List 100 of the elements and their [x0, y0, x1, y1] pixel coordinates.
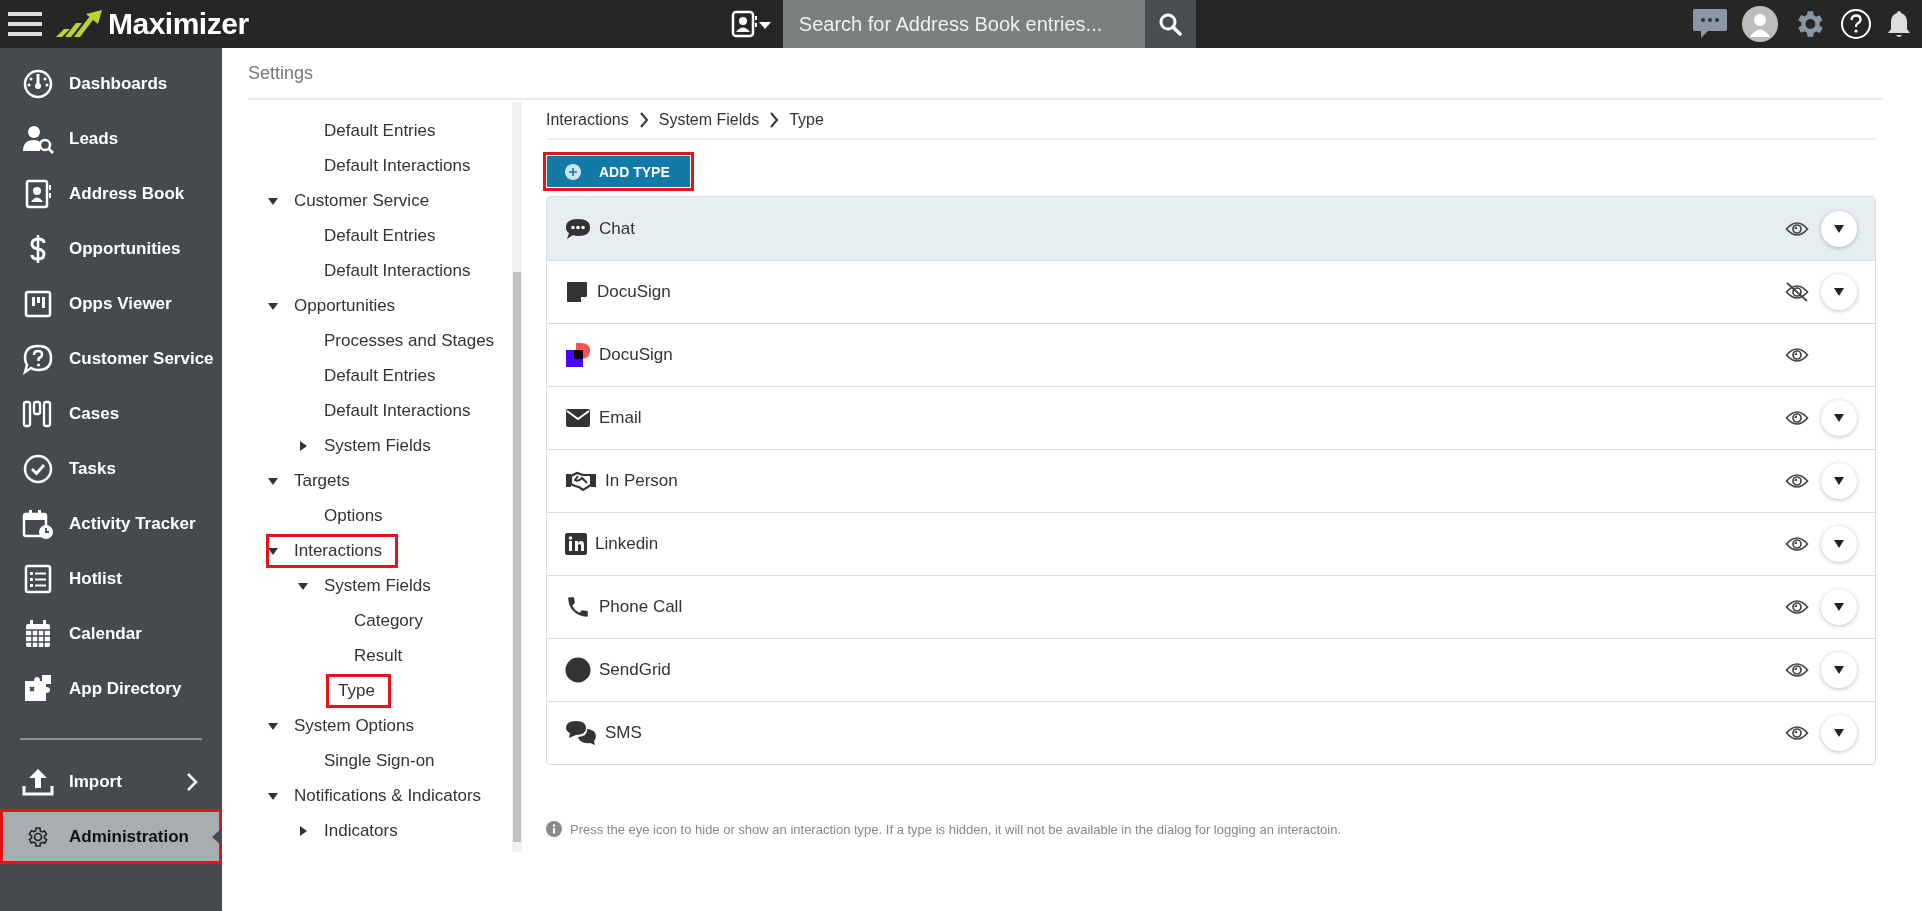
- tree-item[interactable]: Indicators: [298, 815, 412, 846]
- caret-down-icon: [1834, 414, 1844, 422]
- dropdown-button[interactable]: [1821, 210, 1857, 247]
- tree-item[interactable]: Default Entries: [298, 220, 450, 251]
- dropdown-button[interactable]: [1821, 463, 1857, 499]
- breadcrumb-link[interactable]: Type: [789, 111, 824, 129]
- tree-item[interactable]: Default Interactions: [298, 255, 485, 286]
- calendar-clock-icon: [22, 507, 54, 540]
- sidebar-item[interactable]: Address Book: [0, 166, 222, 221]
- tree-item[interactable]: Notifications & Indicators: [268, 780, 496, 811]
- check-circle-icon: [22, 452, 54, 485]
- dropdown-button[interactable]: [1821, 400, 1857, 436]
- envelope-icon: [565, 408, 591, 428]
- selection-pointer-icon: [212, 827, 222, 846]
- breadcrumb-link[interactable]: Interactions: [546, 111, 629, 129]
- tree-item[interactable]: Processes and Stages: [298, 325, 509, 356]
- search-field[interactable]: Search for Address Book entries...: [782, 0, 1145, 48]
- caret-down-icon[interactable]: [268, 475, 278, 486]
- sidebar-item[interactable]: Calendar: [0, 606, 222, 661]
- caret-down-icon[interactable]: [268, 300, 278, 311]
- chat-icon[interactable]: [1692, 7, 1728, 41]
- sidebar-item[interactable]: Tasks: [0, 441, 222, 496]
- linkedin-icon: [565, 533, 587, 555]
- docusign-logo-icon: [565, 342, 591, 368]
- sidebar-item[interactable]: Activity Tracker: [0, 496, 222, 551]
- sidebar-item[interactable]: Opportunities: [0, 221, 222, 276]
- sidebar-item[interactable]: Hotlist: [0, 551, 222, 606]
- logo-mark-icon: [56, 10, 102, 38]
- sidebar-item[interactable]: Leads: [0, 111, 222, 166]
- type-row[interactable]: DocuSign: [547, 260, 1875, 323]
- type-row[interactable]: SendGrid: [547, 638, 1875, 701]
- dropdown-button[interactable]: [1821, 715, 1857, 751]
- tree-item[interactable]: Default Entries: [298, 115, 450, 146]
- notifications-bell-icon[interactable]: [1886, 9, 1912, 39]
- phone-icon: [565, 594, 591, 620]
- dropdown-button[interactable]: [1821, 526, 1857, 562]
- dropdown-button[interactable]: [1821, 589, 1857, 625]
- caret-down-icon[interactable]: [268, 790, 278, 801]
- breadcrumb-link[interactable]: System Fields: [658, 111, 760, 129]
- sidebar-item[interactable]: Dashboards: [0, 56, 222, 111]
- type-row[interactable]: Chat: [547, 197, 1875, 260]
- caret-right-icon[interactable]: [298, 825, 308, 836]
- tree-item[interactable]: System Fields: [298, 570, 445, 601]
- sidebar-item[interactable]: Customer Service: [0, 331, 222, 386]
- tree-item[interactable]: Category: [328, 605, 437, 636]
- tree-item[interactable]: Options: [298, 500, 397, 531]
- caret-right-icon[interactable]: [298, 440, 308, 451]
- page-title: Settings: [248, 48, 1882, 100]
- caret-down-icon[interactable]: [298, 580, 308, 591]
- address-book-dropdown[interactable]: [730, 10, 771, 38]
- tree-item[interactable]: System Fields: [298, 430, 445, 461]
- eye-slash-icon[interactable]: [1785, 280, 1809, 304]
- dropdown-button[interactable]: [1821, 652, 1857, 688]
- dropdown-button[interactable]: [1821, 274, 1857, 310]
- add-type-button[interactable]: ADD TYPE: [547, 156, 690, 187]
- caret-down-icon: [1834, 224, 1844, 233]
- question-bubble-icon: [22, 342, 54, 375]
- circle-icon: [565, 657, 591, 683]
- speech-bubbles-icon: [565, 720, 597, 746]
- type-row[interactable]: Email: [547, 386, 1875, 449]
- tree-item[interactable]: Targets: [268, 465, 364, 496]
- help-icon[interactable]: [1840, 8, 1872, 40]
- tree-item[interactable]: Default Interactions: [298, 395, 485, 426]
- caret-down-icon[interactable]: [268, 545, 278, 556]
- sidebar-item[interactable]: Import: [0, 754, 222, 809]
- type-row[interactable]: DocuSign: [547, 323, 1875, 386]
- search-input[interactable]: Search for Address Book entries...: [796, 11, 1131, 37]
- avatar-icon[interactable]: [1742, 6, 1778, 42]
- tree-item[interactable]: Default Interactions: [298, 150, 485, 181]
- tree-item[interactable]: System Options: [268, 710, 428, 741]
- help-note: Press the eye icon to hide or show an interaction type. If a type is hidden, it will not be available in the dialog for logging an interactoin.: [570, 821, 1342, 837]
- sidebar-item[interactable]: App Directory: [0, 661, 222, 716]
- type-row[interactable]: Phone Call: [547, 575, 1875, 638]
- brand-name: Maximizer: [108, 7, 249, 41]
- tree-item[interactable]: Type: [328, 675, 389, 706]
- tree-item[interactable]: Result: [328, 640, 417, 671]
- sidebar-item[interactable]: Administration: [0, 809, 222, 864]
- search-icon: [1158, 12, 1183, 36]
- chevron-right-icon: [638, 112, 649, 128]
- sidebar-item[interactable]: Opps Viewer: [0, 276, 222, 331]
- type-row[interactable]: In Person: [547, 449, 1875, 512]
- chevron-right-icon: [769, 112, 780, 128]
- caret-down-icon: [1834, 540, 1844, 548]
- tree-item[interactable]: Single Sign-on: [298, 745, 449, 776]
- caret-down-icon: [1834, 288, 1844, 296]
- caret-down-icon[interactable]: [268, 720, 278, 731]
- caret-down-icon: [1834, 603, 1844, 611]
- tree-item[interactable]: Opportunities: [268, 290, 410, 321]
- gauge-icon: [22, 67, 54, 100]
- tree-item[interactable]: Customer Service: [268, 185, 444, 216]
- tree-item[interactable]: Interactions: [268, 535, 396, 566]
- type-row[interactable]: Linkedin: [547, 512, 1875, 575]
- caret-down-icon[interactable]: [268, 195, 278, 206]
- scrollbar[interactable]: [512, 102, 522, 852]
- sidebar-item[interactable]: Cases: [0, 386, 222, 441]
- tree-item[interactable]: Default Entries: [298, 360, 450, 391]
- search-button[interactable]: [1144, 0, 1196, 48]
- speech-bubble-icon: [565, 216, 591, 241]
- type-row[interactable]: SMS: [547, 701, 1875, 764]
- menu-icon[interactable]: [8, 10, 42, 38]
